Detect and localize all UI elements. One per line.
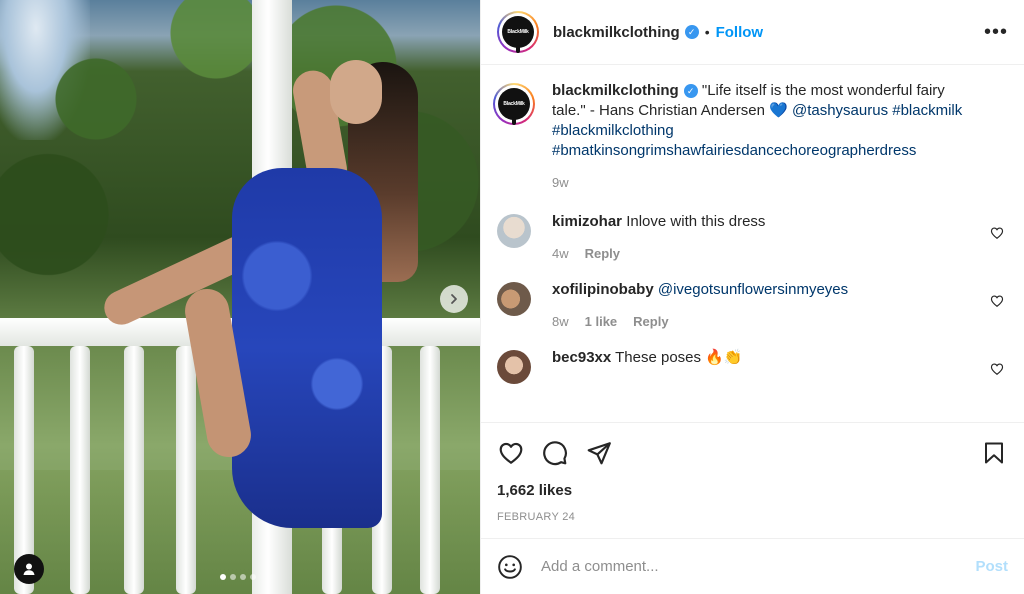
post-side-panel: BlackMilk blackmilkclothing ✓ • Follow •… xyxy=(480,0,1024,594)
commenter-avatar[interactable] xyxy=(497,350,531,384)
post-header: BlackMilk blackmilkclothing ✓ • Follow •… xyxy=(481,0,1024,65)
more-options-icon[interactable]: ••• xyxy=(984,22,1008,42)
post-comment-button[interactable]: Post xyxy=(975,558,1008,575)
comment-username[interactable]: bec93xx xyxy=(552,349,611,366)
instagram-post-view: BlackMilk blackmilkclothing ✓ • Follow •… xyxy=(0,0,1024,594)
hashtag-link[interactable]: #blackmilk xyxy=(892,102,962,119)
comment-button[interactable] xyxy=(541,439,569,467)
railing-baluster xyxy=(420,346,440,594)
comment-body: bec93xx These poses 🔥👏 xyxy=(552,348,1008,384)
comment-input[interactable] xyxy=(541,558,976,575)
account-avatar[interactable]: BlackMilk xyxy=(497,11,539,53)
commenter-avatar[interactable] xyxy=(497,214,531,248)
likes-count[interactable]: 1,662 likes xyxy=(497,482,1008,499)
comment-item: bec93xx These poses 🔥👏 xyxy=(497,348,1008,384)
post-actions: 1,662 likes FEBRUARY 24 Post xyxy=(481,422,1024,594)
verified-badge-icon: ✓ xyxy=(683,84,698,99)
heart-icon[interactable] xyxy=(990,226,1004,240)
comment-icon xyxy=(543,441,567,466)
post-date[interactable]: FEBRUARY 24 xyxy=(497,511,1008,523)
reply-button[interactable]: Reply xyxy=(633,314,668,329)
action-bar xyxy=(497,437,1008,469)
heart-icon xyxy=(499,442,523,464)
bookmark-icon xyxy=(985,442,1003,464)
caption-age[interactable]: 9w xyxy=(552,175,569,190)
avatar-frame: BlackMilk xyxy=(499,13,537,53)
caption-body: blackmilkclothing ✓ "Life itself is the m… xyxy=(552,81,1008,190)
carousel-dot xyxy=(220,574,226,580)
caption-text: blackmilkclothing ✓ "Life itself is the m… xyxy=(552,81,980,161)
like-button[interactable] xyxy=(497,439,525,467)
comment-body: xofilipinobaby @ivegotsunflowersinmyeyes… xyxy=(552,280,1008,329)
smiley-icon[interactable] xyxy=(497,554,523,580)
comment-content: These poses 🔥👏 xyxy=(615,349,743,366)
reply-button[interactable]: Reply xyxy=(585,246,620,261)
hashtag-link[interactable]: #blackmilkclothing xyxy=(552,122,674,139)
model-head xyxy=(330,60,382,124)
railing-baluster xyxy=(124,346,144,594)
carousel-indicator xyxy=(220,574,256,580)
railing-baluster xyxy=(176,346,196,594)
commenter-avatar[interactable] xyxy=(497,282,531,316)
heart-icon[interactable] xyxy=(990,294,1004,308)
blue-heart-emoji: 💙 xyxy=(769,102,788,119)
railing-baluster xyxy=(70,346,90,594)
comment-item: xofilipinobaby @ivegotsunflowersinmyeyes… xyxy=(497,280,1008,329)
mention-link[interactable]: @ivegotsunflowersinmyeyes xyxy=(658,281,848,298)
follow-button[interactable]: Follow xyxy=(716,24,764,41)
comments-list[interactable]: BlackMilk blackmilkclothing ✓ "Life itsel… xyxy=(481,65,1024,422)
comment-meta: 4w Reply xyxy=(552,246,980,261)
comment-composer: Post xyxy=(481,538,1024,594)
carousel-dot xyxy=(230,574,236,580)
comment-item: kimizohar Inlove with this dress 4w Repl… xyxy=(497,212,1008,261)
comment-text: xofilipinobaby @ivegotsunflowersinmyeyes xyxy=(552,280,980,300)
carousel-dot xyxy=(250,574,256,580)
brand-logo: BlackMilk xyxy=(502,16,534,53)
verified-badge-icon: ✓ xyxy=(684,25,699,39)
comment-age[interactable]: 4w xyxy=(552,246,569,261)
comment-text: kimizohar Inlove with this dress xyxy=(552,212,980,232)
comment-username[interactable]: xofilipinobaby xyxy=(552,281,654,298)
header-separator: • xyxy=(704,24,710,40)
chevron-right-icon xyxy=(451,294,457,304)
comment-username[interactable]: kimizohar xyxy=(552,213,622,230)
avatar-frame: BlackMilk xyxy=(495,85,533,125)
comment-body: kimizohar Inlove with this dress 4w Repl… xyxy=(552,212,1008,261)
comment-age[interactable]: 8w xyxy=(552,314,569,329)
hashtag-link[interactable]: #bmatkinsongrimshawfairiesdancechoreogra… xyxy=(552,142,916,159)
comment-text: bec93xx These poses 🔥👏 xyxy=(552,348,980,368)
caption: BlackMilk blackmilkclothing ✓ "Life itsel… xyxy=(493,81,1008,190)
brand-logo: BlackMilk xyxy=(498,88,530,125)
caption-username[interactable]: blackmilkclothing xyxy=(552,82,679,99)
caption-meta: 9w xyxy=(552,175,980,190)
share-button[interactable] xyxy=(585,439,613,467)
account-username[interactable]: blackmilkclothing xyxy=(553,24,680,41)
post-photo[interactable] xyxy=(0,0,480,594)
carousel-dot xyxy=(240,574,246,580)
comment-likes[interactable]: 1 like xyxy=(585,314,618,329)
carousel-next-button[interactable] xyxy=(440,285,468,313)
save-button[interactable] xyxy=(980,439,1008,467)
heart-icon[interactable] xyxy=(990,362,1004,376)
user-icon xyxy=(23,563,35,575)
mention-link[interactable]: @tashysaurus xyxy=(792,102,888,119)
comment-meta: 8w 1 like Reply xyxy=(552,314,980,329)
caption-avatar[interactable]: BlackMilk xyxy=(493,83,535,125)
model-blue-dress xyxy=(232,168,382,528)
tagged-users-button[interactable] xyxy=(14,554,44,584)
paper-plane-icon xyxy=(587,442,611,465)
comment-content: Inlove with this dress xyxy=(626,213,766,230)
